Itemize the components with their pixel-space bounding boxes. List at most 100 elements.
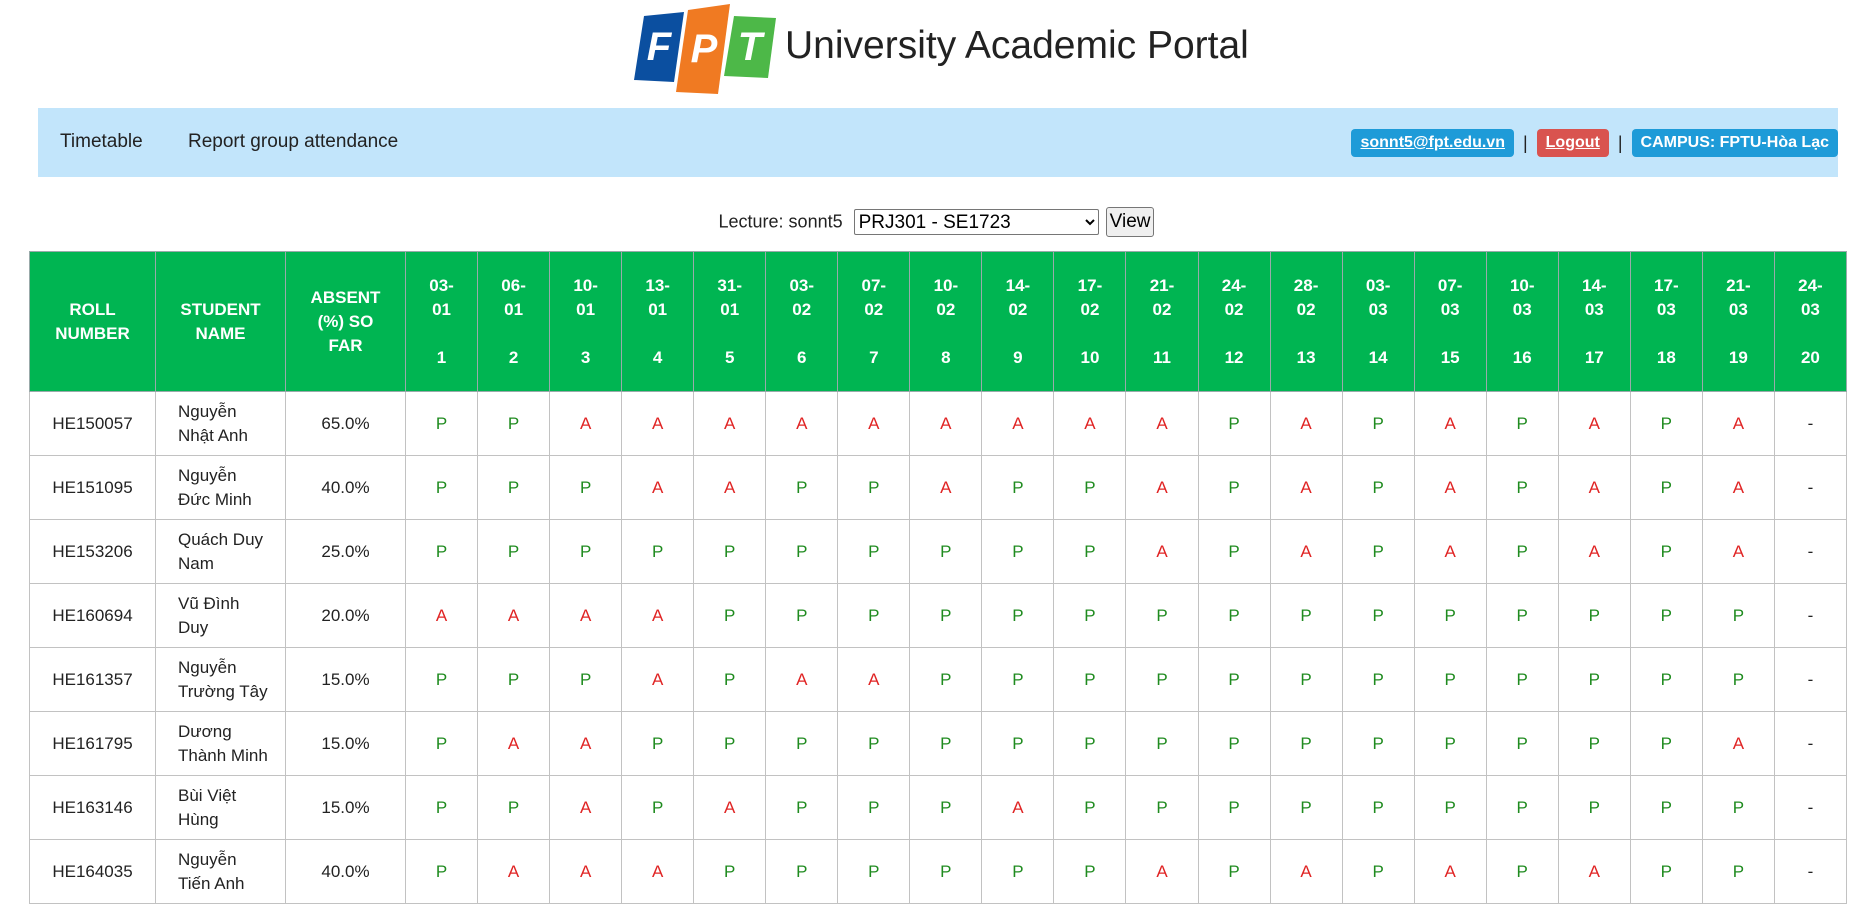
svg-text:P: P: [691, 27, 718, 71]
student-name-line: Dương: [178, 721, 232, 741]
attendance-table-container: ROLL NUMBER STUDENT NAME ABSENT (%) SO FAR 03- 0…: [29, 251, 1847, 904]
attendance-present: P: [837, 839, 911, 904]
attendance-absent: A: [404, 583, 479, 648]
attendance-absent: A: [693, 391, 767, 456]
attendance-present: P: [1197, 391, 1271, 456]
attendance-present: P: [621, 519, 695, 584]
attendance-present: P: [765, 775, 839, 840]
attendance-present: P: [1341, 647, 1415, 712]
student-name-line: Nguyễn: [178, 657, 237, 677]
table-row: HE163146 Bùi Việt Hùng 15.0% P P A P A P P P A P P P P P P…: [29, 775, 1847, 840]
attendance-absent: A: [1557, 839, 1631, 904]
attendance-present: P: [693, 583, 767, 648]
nav-report-attendance-link[interactable]: Report group attendance: [188, 131, 398, 153]
session-date-part: 17-: [1654, 275, 1679, 295]
session-date-part: 10-: [573, 275, 598, 295]
attendance-present: P: [765, 583, 839, 648]
separator: |: [1522, 132, 1528, 153]
session-date-part: 02: [864, 299, 884, 319]
attendance-absent: A: [693, 455, 767, 520]
attendance-present: P: [404, 839, 479, 904]
attendance-present: P: [1125, 711, 1199, 776]
session-date-part: 10-: [933, 275, 959, 295]
header-session-12: 24- 02 12: [1197, 251, 1271, 392]
table-row: HE150057 Nguyễn Nhật Anh 65.0% P P A A A A A A A A A P A…: [29, 391, 1847, 456]
absent-percent-cell: 15.0%: [285, 775, 406, 840]
roll-number-cell: HE163146: [29, 775, 156, 840]
attendance-present: P: [1197, 519, 1271, 584]
attendance-absent: A: [477, 711, 551, 776]
header-session-13: 28- 02 13: [1269, 251, 1343, 392]
roll-number-cell: HE161357: [29, 647, 156, 712]
session-number: 10: [1080, 347, 1100, 367]
course-select[interactable]: PRJ301 - SE1723: [853, 209, 1099, 235]
student-name-cell: Nguyễn Nhật Anh: [155, 391, 286, 456]
campus-badge: CAMPUS: FPTU-Hòa Lạc: [1631, 129, 1838, 157]
table-row: HE153206 Quách Duy Nam 25.0% P P P P P P P P P P A P A P A…: [29, 519, 1847, 584]
attendance-present: P: [837, 775, 911, 840]
session-number: 2: [508, 347, 519, 367]
view-button[interactable]: View: [1105, 207, 1155, 237]
attendance-absent: A: [837, 391, 911, 456]
session-date-part: 10-: [1509, 275, 1535, 295]
attendance-present: P: [1053, 583, 1127, 648]
separator: |: [1617, 132, 1623, 153]
attendance-not-taken: -: [1773, 391, 1847, 456]
user-email-link[interactable]: sonnt5@fpt.edu.vn: [1351, 129, 1514, 157]
attendance-absent: A: [477, 839, 551, 904]
student-name-line: Nhật Anh: [178, 425, 248, 445]
top-navbar: Timetable Report group attendance sonnt5…: [38, 108, 1838, 177]
attendance-present: P: [549, 519, 623, 584]
attendance-present: P: [1341, 519, 1415, 584]
session-date-part: 03: [1584, 299, 1604, 319]
attendance-present: P: [1053, 775, 1127, 840]
header-session-7: 07- 02 7: [837, 251, 911, 392]
attendance-present: P: [1053, 647, 1127, 712]
session-date-part: 31-: [717, 275, 742, 295]
session-number: 14: [1368, 347, 1388, 367]
attendance-present: P: [1485, 583, 1559, 648]
nav-timetable-link[interactable]: Timetable: [60, 131, 143, 153]
header-session-2: 06- 01 2: [477, 251, 551, 392]
table-row: HE164035 Nguyễn Tiến Anh 40.0% P A A A P P P P P P A P A…: [29, 839, 1847, 904]
attendance-present: P: [837, 583, 911, 648]
attendance-present: P: [621, 711, 695, 776]
attendance-present: P: [909, 647, 983, 712]
attendance-present: P: [1269, 647, 1343, 712]
header-session-17: 14- 03 17: [1557, 251, 1631, 392]
attendance-absent: A: [621, 647, 695, 712]
student-name-line: Nguyễn: [178, 465, 237, 485]
table-row: HE161795 Dương Thành Minh 15.0% P A A P P P P P P P P P…: [29, 711, 1847, 776]
header-roll-number: ROLL NUMBER: [29, 251, 156, 392]
attendance-absent: A: [765, 391, 839, 456]
logout-button[interactable]: Logout: [1536, 129, 1609, 157]
header-roll-line: ROLL: [69, 299, 116, 319]
attendance-not-taken: -: [1773, 583, 1847, 648]
student-name-line: Thành Minh: [178, 745, 268, 765]
session-date-part: 01: [648, 299, 668, 319]
absent-percent-cell: 15.0%: [285, 711, 406, 776]
attendance-present: P: [693, 839, 767, 904]
attendance-present: P: [1053, 455, 1127, 520]
attendance-present: P: [404, 647, 479, 712]
attendance-not-taken: -: [1773, 455, 1847, 520]
attendance-present: P: [909, 839, 983, 904]
student-name-cell: Bùi Việt Hùng: [155, 775, 286, 840]
attendance-present: P: [1197, 583, 1271, 648]
session-date-part: 14-: [1005, 275, 1031, 295]
attendance-absent: A: [1701, 519, 1775, 584]
attendance-present: P: [1269, 583, 1343, 648]
header-session-19: 21- 03 19: [1701, 251, 1775, 392]
attendance-present: P: [1341, 775, 1415, 840]
session-date-part: 03: [1656, 299, 1676, 319]
attendance-present: P: [1053, 839, 1127, 904]
attendance-absent: A: [1701, 391, 1775, 456]
session-number: 1: [436, 347, 447, 367]
attendance-present: P: [1485, 647, 1559, 712]
attendance-present: P: [1197, 839, 1271, 904]
student-name-cell: Nguyễn Đức Minh: [155, 455, 286, 520]
header-absent-line: (%) SO: [317, 311, 374, 331]
attendance-present: P: [1485, 839, 1559, 904]
attendance-present: P: [1125, 647, 1199, 712]
session-date-part: 28-: [1293, 275, 1319, 295]
